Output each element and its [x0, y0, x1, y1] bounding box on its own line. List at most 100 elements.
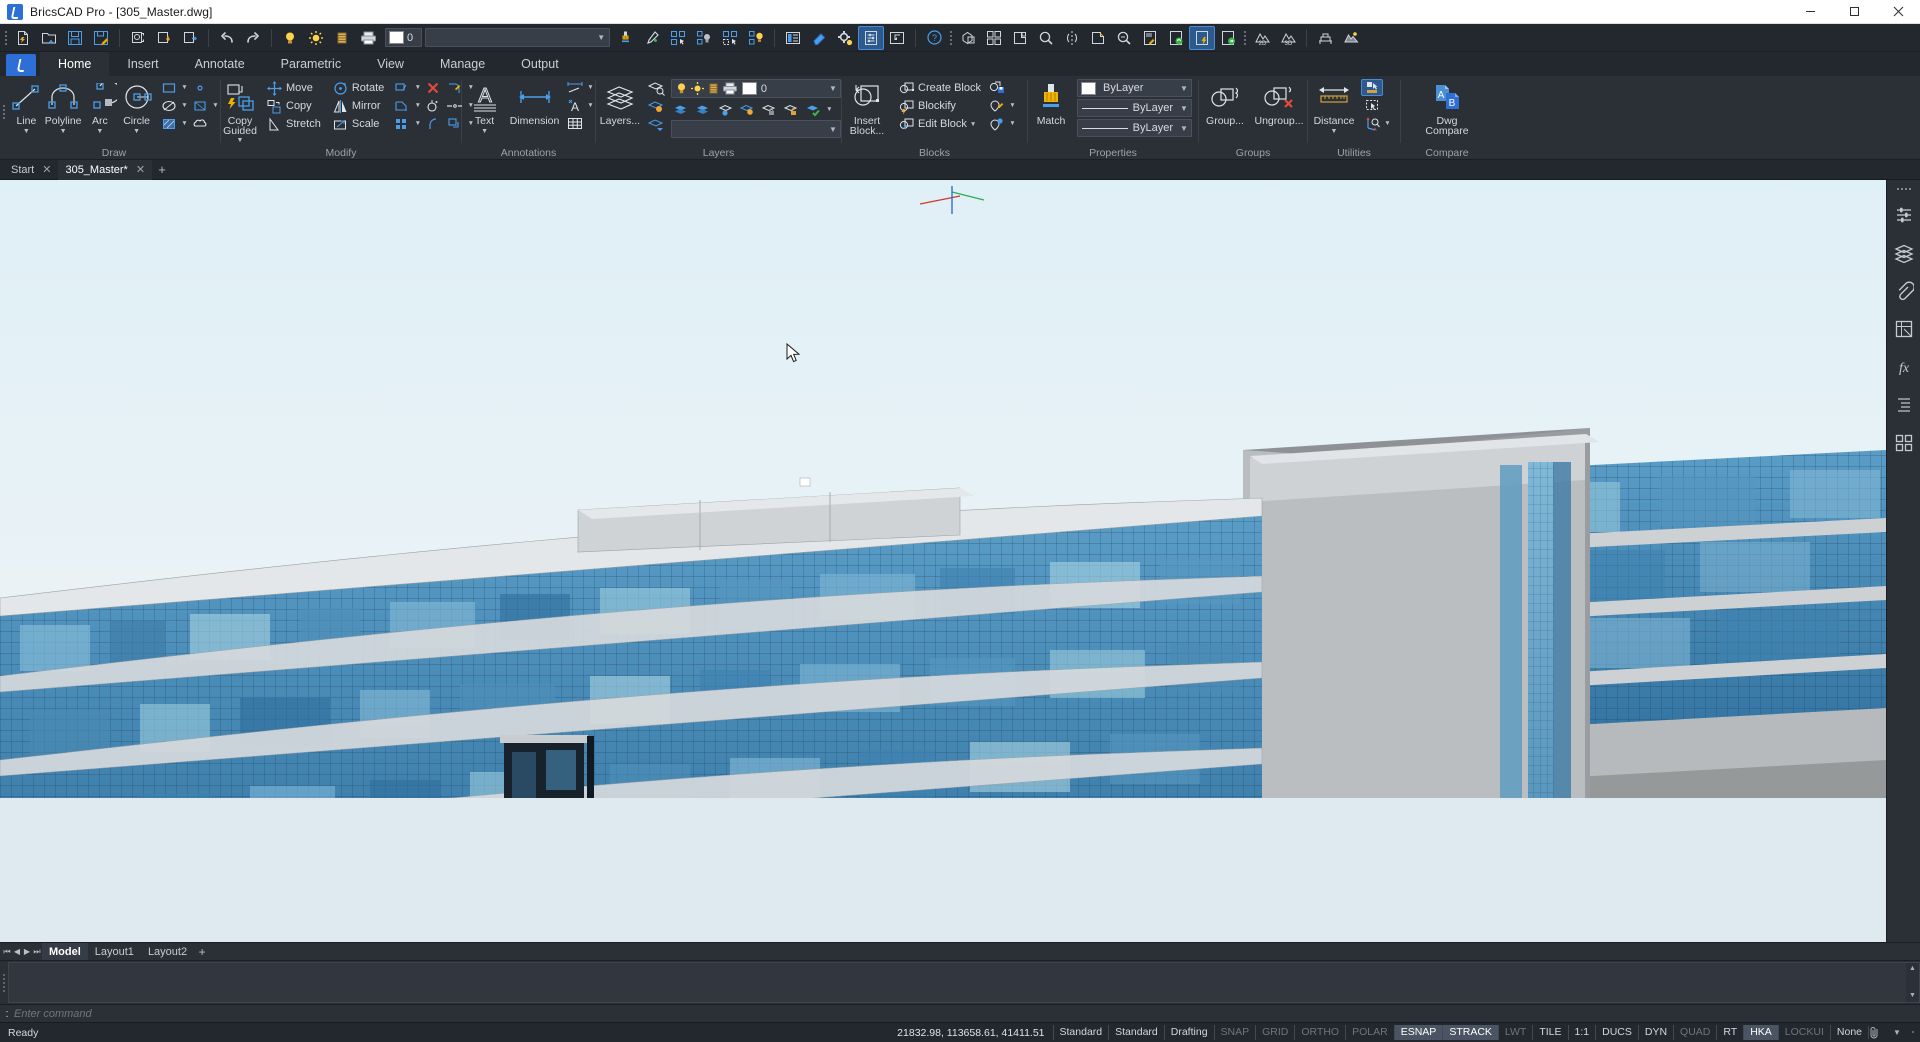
- command-grip[interactable]: [0, 961, 8, 1004]
- status-item-strack[interactable]: STRACK: [1442, 1025, 1498, 1040]
- chevron-down-icon[interactable]: ▼: [211, 102, 220, 109]
- redo-icon[interactable]: [240, 26, 266, 50]
- status-item-dyn[interactable]: DYN: [1637, 1025, 1673, 1040]
- layout-icon[interactable]: [1007, 26, 1033, 50]
- insert-block-button[interactable]: Insert Block...: [842, 79, 892, 136]
- match-properties-button[interactable]: Match: [1028, 79, 1074, 127]
- group-button[interactable]: Group...: [1199, 79, 1251, 127]
- minimize-button[interactable]: [1788, 0, 1832, 24]
- command-input[interactable]: [14, 1007, 1920, 1020]
- sun-icon[interactable]: [303, 26, 329, 50]
- ribbon-grip[interactable]: [0, 80, 8, 144]
- copy-button[interactable]: Copy: [263, 97, 323, 115]
- select-by-layer-icon[interactable]: [691, 26, 717, 50]
- chevron-down-icon[interactable]: ▼: [970, 121, 976, 128]
- polygon-icon[interactable]: [189, 97, 211, 114]
- distance-button[interactable]: Distance ▼: [1308, 79, 1360, 135]
- rotate-button[interactable]: Rotate: [329, 79, 386, 97]
- polyline-button[interactable]: Polyline ▼: [45, 79, 82, 135]
- text-button[interactable]: A Text ▼: [462, 79, 507, 135]
- mirror3d-icon[interactable]: [1059, 26, 1085, 50]
- circle-button[interactable]: Circle ▼: [118, 79, 155, 135]
- help-icon[interactable]: ?: [921, 26, 947, 50]
- sun-icon[interactable]: [690, 81, 705, 96]
- zoom-window-icon[interactable]: [1111, 26, 1137, 50]
- plot-icon[interactable]: [722, 81, 738, 96]
- freeze-icon[interactable]: [706, 81, 721, 96]
- viewport-icon[interactable]: [1085, 26, 1111, 50]
- freeze-icon[interactable]: [329, 26, 355, 50]
- layer-lock-icon[interactable]: [759, 101, 781, 118]
- color-combo[interactable]: ByLayer ▼: [1077, 79, 1192, 97]
- tile-views-icon[interactable]: [981, 26, 1007, 50]
- layer-merge-icon[interactable]: [715, 101, 737, 118]
- chamfer-icon[interactable]: [391, 97, 413, 114]
- tab-manage[interactable]: Manage: [422, 52, 503, 76]
- table-icon[interactable]: [564, 115, 586, 132]
- close-icon[interactable]: ✕: [136, 163, 145, 176]
- scale-button[interactable]: Scale: [329, 115, 386, 133]
- open-folder-icon[interactable]: [36, 26, 62, 50]
- eraser-icon[interactable]: [806, 26, 832, 50]
- dwg-edit-icon[interactable]: [1137, 26, 1163, 50]
- import-icon[interactable]: [177, 26, 203, 50]
- chevron-down-icon[interactable]: ▼: [237, 137, 244, 144]
- view-furniture-icon[interactable]: [1312, 26, 1338, 50]
- save-block-icon[interactable]: [986, 79, 1008, 96]
- quick-select-icon[interactable]: [717, 26, 743, 50]
- undo-icon[interactable]: [214, 26, 240, 50]
- layer-match-icon[interactable]: [737, 101, 759, 118]
- status-item-scale[interactable]: 1:1: [1567, 1025, 1596, 1040]
- status-item-ortho[interactable]: ORTHO: [1294, 1025, 1345, 1040]
- lineweight-combo[interactable]: ByLayer ▼: [1077, 119, 1192, 137]
- nav-next-icon[interactable]: ▶: [22, 947, 32, 956]
- new-file-icon[interactable]: [10, 26, 36, 50]
- erase-icon[interactable]: [422, 79, 444, 96]
- eyedropper-icon[interactable]: [639, 26, 665, 50]
- drawing-views-icon[interactable]: [1889, 310, 1919, 348]
- tab-insert[interactable]: Insert: [109, 52, 176, 76]
- status-item-polar[interactable]: POLAR: [1345, 1025, 1394, 1040]
- plot-preview-icon[interactable]: [125, 26, 151, 50]
- close-icon[interactable]: ✕: [42, 163, 51, 176]
- nav-prev-icon[interactable]: ◀: [12, 947, 22, 956]
- chevron-down-icon[interactable]: ▼: [481, 128, 488, 135]
- settings-gear-icon[interactable]: [832, 26, 858, 50]
- chevron-down-icon[interactable]: ▼: [826, 84, 840, 93]
- tab-parametric[interactable]: Parametric: [263, 52, 359, 76]
- status-item-lwt[interactable]: LWT: [1497, 1025, 1532, 1040]
- layer-isolate-icon[interactable]: [671, 101, 693, 118]
- export-icon[interactable]: [151, 26, 177, 50]
- block-attribute-icon[interactable]: [986, 97, 1008, 114]
- resize-grip[interactable]: [1906, 1030, 1920, 1035]
- status-item-hka[interactable]: HKA: [1743, 1025, 1778, 1040]
- nav-last-icon[interactable]: ⏭: [32, 947, 42, 957]
- close-button[interactable]: [1876, 0, 1920, 24]
- save-as-icon[interactable]: [88, 26, 114, 50]
- view-render-icon[interactable]: [1338, 26, 1364, 50]
- leader-icon[interactable]: [564, 79, 586, 96]
- chevron-down-icon[interactable]: ▼: [96, 128, 103, 135]
- structure-tree-icon[interactable]: [1889, 386, 1919, 424]
- tab-output[interactable]: Output: [503, 52, 577, 76]
- parameters-fx-icon[interactable]: fx: [1889, 348, 1919, 386]
- rectangle-icon[interactable]: [158, 79, 180, 96]
- chevron-down-icon[interactable]: ▼: [133, 128, 140, 135]
- tab-annotate[interactable]: Annotate: [177, 52, 263, 76]
- dimension-button[interactable]: Dimension: [507, 79, 562, 127]
- quick-layer-selector[interactable]: 0: [385, 28, 423, 47]
- chevron-down-icon[interactable]: ▼: [586, 102, 595, 109]
- settings-sliders-icon[interactable]: [1889, 196, 1919, 234]
- chevron-down-icon[interactable]: ▼: [586, 84, 595, 91]
- doc-tab-start[interactable]: Start ✕: [4, 160, 58, 180]
- status-item-snap[interactable]: SNAP: [1213, 1025, 1256, 1040]
- point-coord-icon[interactable]: [1361, 115, 1383, 132]
- selection-set-icon[interactable]: [1361, 97, 1383, 114]
- dwg-export-icon[interactable]: [1215, 26, 1241, 50]
- lightbulb-on-icon[interactable]: [277, 26, 303, 50]
- select-similar-icon[interactable]: [665, 26, 691, 50]
- status-coordinates[interactable]: 21832.98, 113658.61, 41411.51: [889, 1027, 1052, 1039]
- match-properties-icon[interactable]: [613, 26, 639, 50]
- chevron-down-icon[interactable]: ▼: [180, 102, 189, 109]
- quick-style-combo[interactable]: ▼: [425, 28, 611, 47]
